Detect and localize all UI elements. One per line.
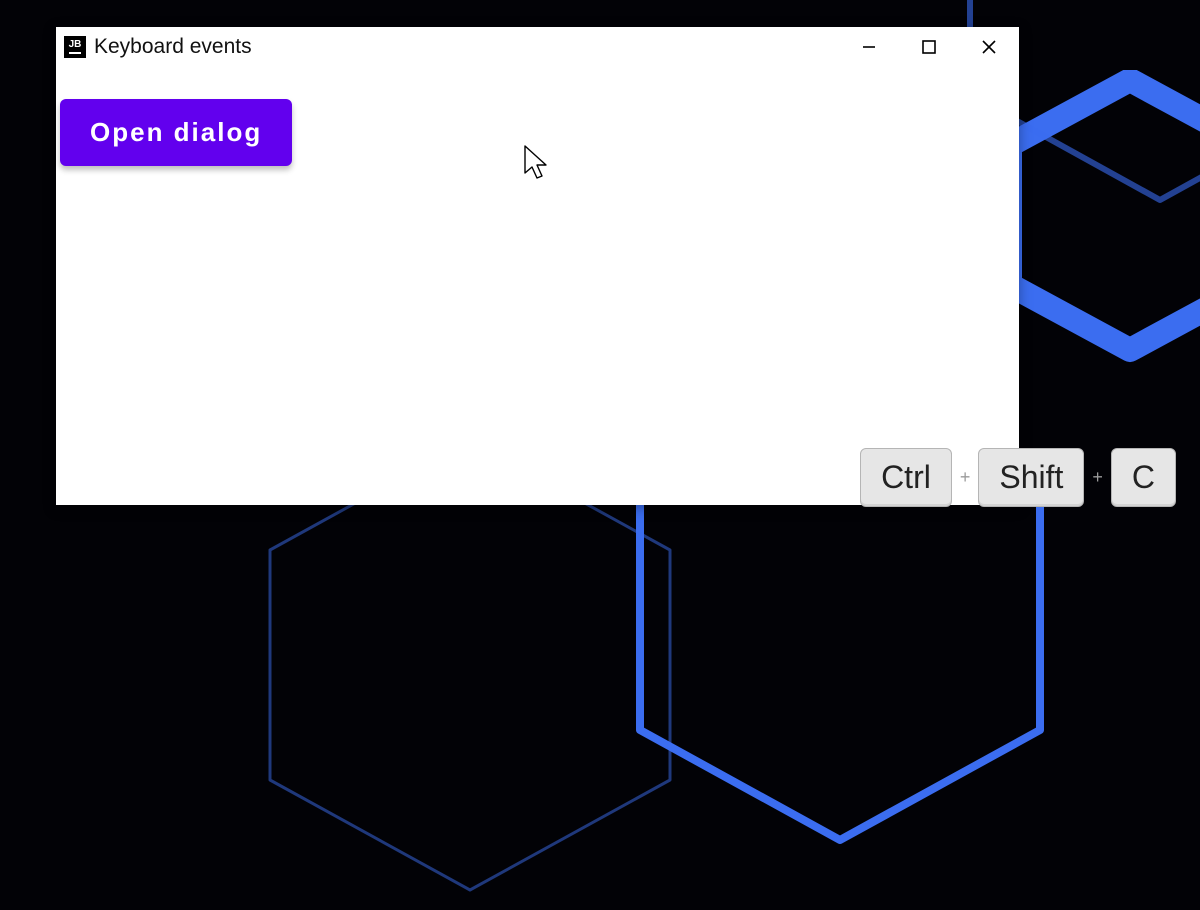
window-client-area: Open dialog — [56, 67, 1019, 505]
close-icon — [980, 38, 998, 56]
key-overlay: Ctrl + Shift + C — [860, 448, 1176, 507]
background-hex-1 — [1000, 70, 1200, 370]
key-shift: Shift — [978, 448, 1084, 507]
maximize-icon — [920, 38, 938, 56]
key-separator-1: + — [958, 467, 973, 488]
app-icon-text: JB — [69, 40, 82, 50]
minimize-icon — [860, 38, 878, 56]
titlebar[interactable]: JB Keyboard events — [56, 27, 1019, 67]
app-window: JB Keyboard events Open dialog — [56, 27, 1019, 505]
window-title: Keyboard events — [94, 35, 252, 59]
open-dialog-button[interactable]: Open dialog — [60, 99, 292, 166]
key-separator-2: + — [1090, 467, 1105, 488]
maximize-button[interactable] — [899, 27, 959, 67]
close-button[interactable] — [959, 27, 1019, 67]
app-icon: JB — [64, 36, 86, 58]
key-c: C — [1111, 448, 1176, 507]
minimize-button[interactable] — [839, 27, 899, 67]
app-icon-bar — [69, 52, 81, 54]
key-ctrl: Ctrl — [860, 448, 952, 507]
